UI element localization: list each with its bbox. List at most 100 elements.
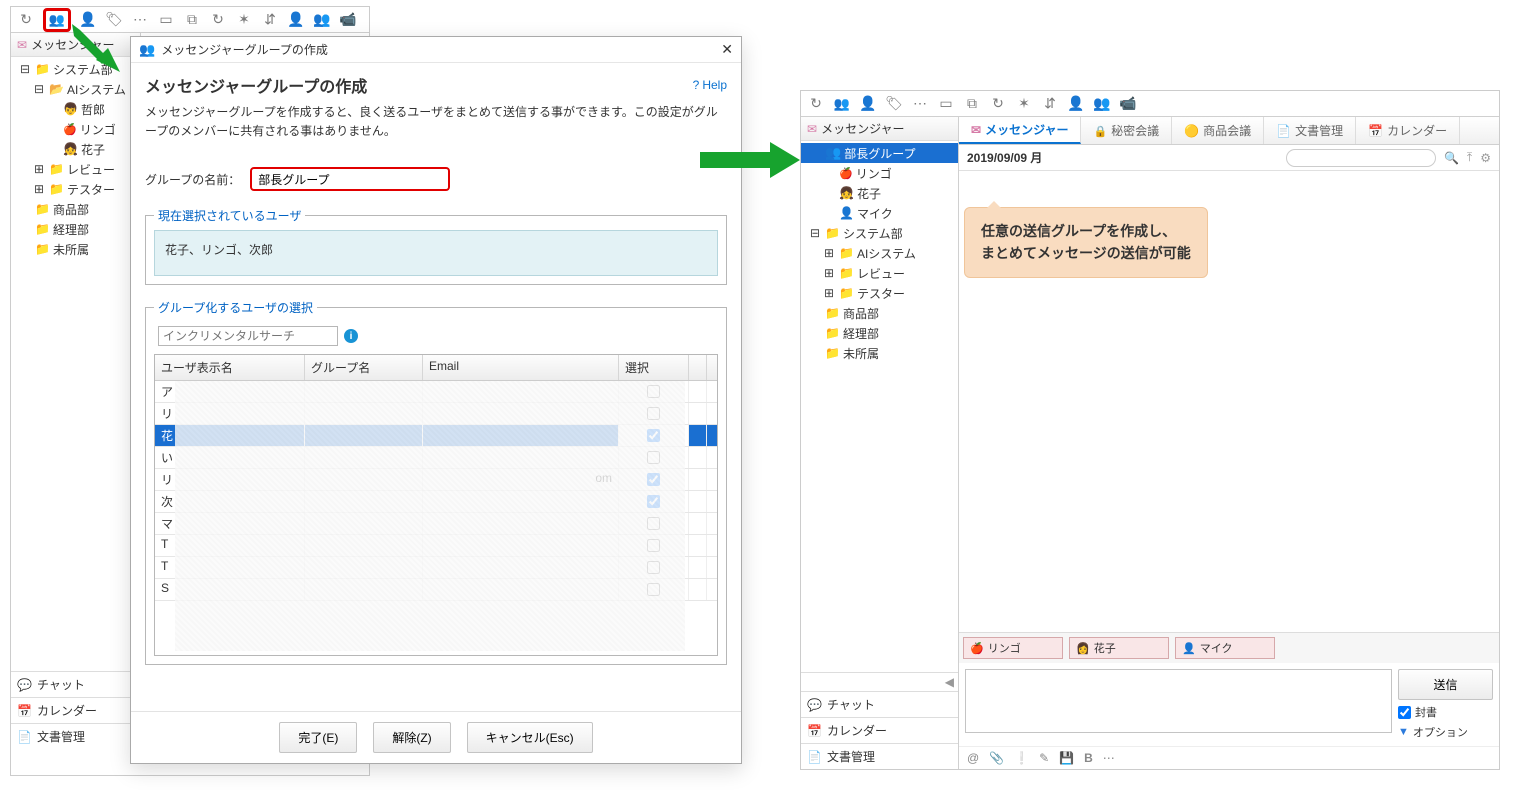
ok-button[interactable]: 完了(E)	[279, 722, 357, 753]
more-icon[interactable]: ⋯	[1103, 751, 1115, 765]
seal-checkbox[interactable]	[1398, 706, 1411, 719]
tree-item[interactable]: 未所属	[801, 343, 958, 363]
table-row[interactable]: T	[155, 557, 717, 579]
table-row[interactable]: T	[155, 535, 717, 557]
tree-item[interactable]: 花子	[11, 139, 140, 159]
exclaim-icon[interactable]: ❕	[1014, 751, 1029, 765]
scroll-left-icon[interactable]: ◀	[945, 675, 954, 689]
recipient-chip[interactable]: リンゴ	[963, 637, 1063, 659]
attach-icon[interactable]: 📎	[989, 751, 1004, 765]
search-icon[interactable]: 🔍	[1444, 151, 1459, 165]
close-icon[interactable]: ✕	[721, 41, 733, 58]
tab[interactable]: 秘密会議	[1081, 117, 1172, 144]
tree-item[interactable]: 経理部	[801, 323, 958, 343]
tree-item[interactable]: 花子	[801, 183, 958, 203]
toolbar-icon-10[interactable]: ⇵	[261, 11, 279, 29]
col-email[interactable]: Email	[423, 355, 619, 380]
row-checkbox[interactable]	[647, 517, 660, 530]
table-row[interactable]: 花	[155, 425, 717, 447]
tab[interactable]: メッセンジャー	[959, 117, 1081, 144]
table-row[interactable]: リom	[155, 469, 717, 491]
toolbar-icon-7[interactable]: ⧉	[183, 11, 201, 29]
up-icon[interactable]: ⤒	[1467, 150, 1472, 165]
send-button[interactable]: 送信	[1398, 669, 1493, 700]
table-row[interactable]: リ	[155, 403, 717, 425]
row-checkbox[interactable]	[647, 561, 660, 574]
tree-item[interactable]: 商品部	[11, 199, 140, 219]
row-checkbox[interactable]	[647, 495, 660, 508]
row-checkbox[interactable]	[647, 539, 660, 552]
tree-item[interactable]: リンゴ	[11, 119, 140, 139]
table-row[interactable]: ア	[155, 381, 717, 403]
bold-icon[interactable]: B	[1084, 751, 1093, 765]
toolbar-icon-6[interactable]: ▭	[157, 11, 175, 29]
col-groupname[interactable]: グループ名	[305, 355, 423, 380]
row-checkbox[interactable]	[647, 429, 660, 442]
info-icon[interactable]: i	[344, 329, 358, 343]
refresh-icon[interactable]: ↻	[17, 11, 35, 29]
r-t10[interactable]: ⇵	[1041, 95, 1059, 113]
group-name-input[interactable]	[250, 167, 450, 191]
tree-item[interactable]: ⊟システム部	[801, 223, 958, 243]
toolbar-icon-8[interactable]: ↻	[209, 11, 227, 29]
tree-item[interactable]: 経理部	[11, 219, 140, 239]
tree-item[interactable]: ⊞テスター	[801, 283, 958, 303]
seal-checkbox-row[interactable]: 封書	[1398, 704, 1493, 720]
clear-button[interactable]: 解除(Z)	[373, 722, 450, 753]
help-link[interactable]: ?Help	[693, 73, 727, 97]
nav-item[interactable]: カレンダー	[801, 717, 958, 743]
r-t13[interactable]: 📹	[1119, 95, 1137, 113]
tree-item[interactable]: 部長グループ	[801, 143, 958, 163]
tree-item[interactable]: ⊞テスター	[11, 179, 140, 199]
nav-item[interactable]: 文書管理	[11, 723, 140, 749]
recipient-chip[interactable]: マイク	[1175, 637, 1275, 659]
tab[interactable]: 文書管理	[1264, 117, 1356, 144]
r-t3[interactable]: 👤	[859, 95, 877, 113]
option-toggle[interactable]: ▼ オプション	[1398, 724, 1493, 740]
table-row[interactable]: 次	[155, 491, 717, 513]
tree-item[interactable]: リンゴ	[801, 163, 958, 183]
r-t5[interactable]: ⋯	[911, 95, 929, 113]
tree-item[interactable]: マイク	[801, 203, 958, 223]
r-refresh-icon[interactable]: ↻	[807, 95, 825, 113]
tree-item[interactable]: ⊞レビュー	[801, 263, 958, 283]
col-username[interactable]: ユーザ表示名	[155, 355, 305, 380]
tab[interactable]: 🟡商品会議	[1172, 117, 1264, 144]
row-checkbox[interactable]	[647, 385, 660, 398]
toolbar-icon-12[interactable]: 👥	[313, 11, 331, 29]
group-create-icon[interactable]	[48, 11, 66, 29]
save-icon[interactable]: 💾	[1059, 751, 1074, 765]
gear-icon[interactable]: ⚙	[1480, 151, 1491, 165]
tree-item[interactable]: ⊞レビュー	[11, 159, 140, 179]
table-row[interactable]: S	[155, 579, 717, 601]
tree-item[interactable]: ⊞AIシステム	[801, 243, 958, 263]
nav-item[interactable]: チャット	[11, 671, 140, 697]
toolbar-icon-13[interactable]: 📹	[339, 11, 357, 29]
r-t6[interactable]: ▭	[937, 95, 955, 113]
nav-item[interactable]: チャット	[801, 691, 958, 717]
r-t9[interactable]: ✶	[1015, 95, 1033, 113]
incremental-search-input[interactable]	[158, 326, 338, 346]
row-checkbox[interactable]	[647, 583, 660, 596]
r-group-icon[interactable]	[833, 95, 851, 113]
nav-item[interactable]: 文書管理	[801, 743, 958, 769]
search-input[interactable]	[1286, 149, 1436, 167]
row-checkbox[interactable]	[647, 451, 660, 464]
cancel-button[interactable]: キャンセル(Esc)	[467, 722, 593, 753]
nav-item[interactable]: カレンダー	[11, 697, 140, 723]
col-select[interactable]: 選択	[619, 355, 689, 380]
tree-item[interactable]: 未所属	[11, 239, 140, 259]
at-icon[interactable]: @	[967, 751, 979, 765]
edit-icon[interactable]: ✎	[1039, 751, 1049, 765]
r-t4[interactable]: 🏷	[885, 95, 903, 113]
compose-input[interactable]	[965, 669, 1392, 733]
table-row[interactable]: い	[155, 447, 717, 469]
tree-item[interactable]: 商品部	[801, 303, 958, 323]
tree-item[interactable]: 哲郎	[11, 99, 140, 119]
toolbar-icon-9[interactable]: ✶	[235, 11, 253, 29]
toolbar-icon-11[interactable]: 👤	[287, 11, 305, 29]
r-t12[interactable]: 👥	[1093, 95, 1111, 113]
row-checkbox[interactable]	[647, 473, 660, 486]
r-t7[interactable]: ⧉	[963, 95, 981, 113]
r-t11[interactable]: 👤	[1067, 95, 1085, 113]
